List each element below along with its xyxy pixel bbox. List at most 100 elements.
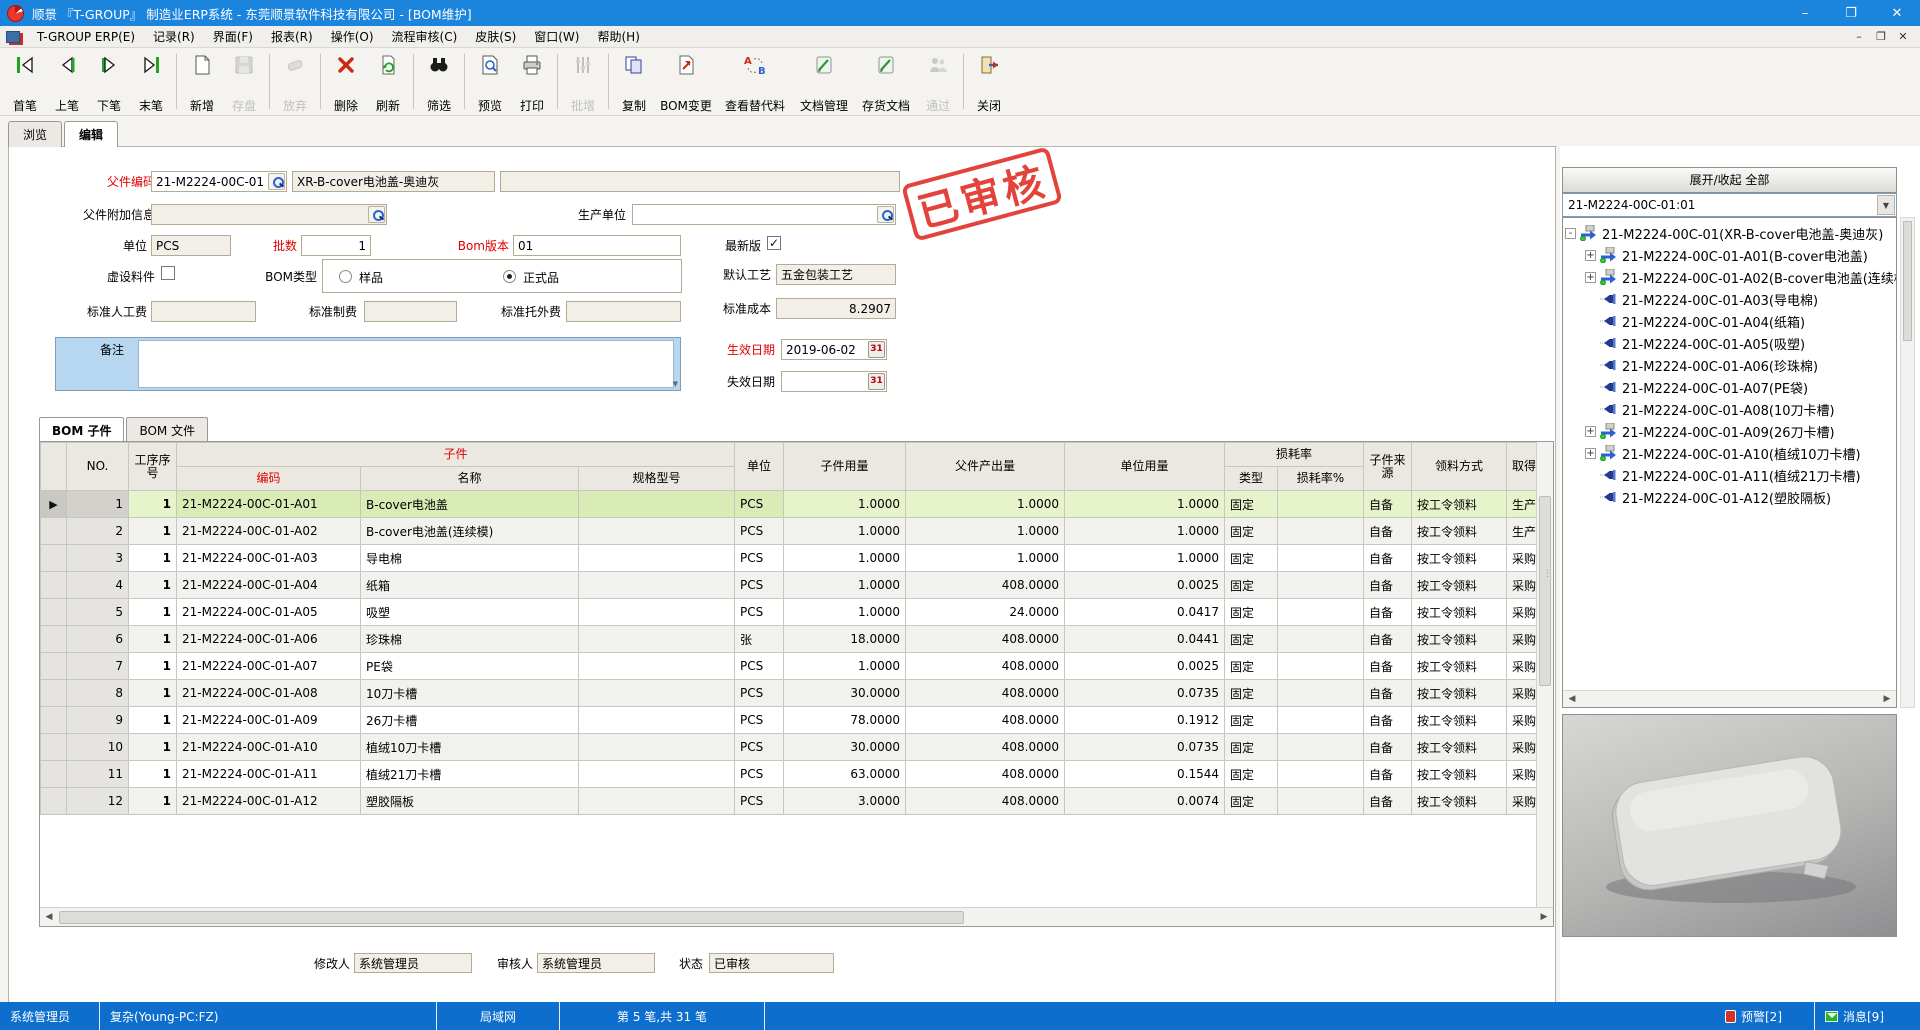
- cell-unit-qty[interactable]: 0.0025: [1065, 653, 1225, 680]
- cell-spec[interactable]: [579, 707, 735, 734]
- cell-loss-type[interactable]: 固定: [1225, 491, 1278, 518]
- child-close-button[interactable]: ✕: [1892, 30, 1914, 43]
- table-hscroll-thumb[interactable]: [59, 911, 964, 924]
- table-row[interactable]: 2 1 21-M2224-00C-01-A02 B-cover电池盖(连续模) …: [41, 518, 1537, 545]
- cell-loss-type[interactable]: 固定: [1225, 653, 1278, 680]
- tree-item[interactable]: 21-M2224-00C-01-A11(植绒21刀卡槽): [1565, 464, 1897, 486]
- print-button[interactable]: 打印: [511, 48, 553, 115]
- cell-child-qty[interactable]: 63.0000: [784, 761, 906, 788]
- bom-type-formal-radio[interactable]: [503, 270, 516, 283]
- cell-child-qty[interactable]: 3.0000: [784, 788, 906, 815]
- tree-vscroll-thumb[interactable]: [1903, 221, 1912, 341]
- cell-name[interactable]: 塑胶隔板: [361, 788, 579, 815]
- menu-flow-audit[interactable]: 流程审核(C): [383, 25, 467, 48]
- cell-parent-output[interactable]: 408.0000: [906, 653, 1065, 680]
- cell-child-qty[interactable]: 1.0000: [784, 491, 906, 518]
- cell-unit-qty[interactable]: 0.0074: [1065, 788, 1225, 815]
- cell-name[interactable]: PE袋: [361, 653, 579, 680]
- tree-item[interactable]: - 21-M2224-00C-01(XR-B-cover电池盖-奥迪灰): [1565, 222, 1897, 244]
- cell-parent-output[interactable]: 1.0000: [906, 545, 1065, 572]
- cell-loss-type[interactable]: 固定: [1225, 734, 1278, 761]
- cell-code[interactable]: 21-M2224-00C-01-A12: [177, 788, 361, 815]
- header-code[interactable]: 编码: [177, 467, 361, 491]
- cell-loss-type[interactable]: 固定: [1225, 626, 1278, 653]
- cell-no[interactable]: 12: [67, 788, 129, 815]
- cell-method[interactable]: 按工令领料: [1412, 680, 1507, 707]
- table-row[interactable]: 5 1 21-M2224-00C-01-A05 吸塑 PCS 1.0000 24…: [41, 599, 1537, 626]
- cell-name[interactable]: 吸塑: [361, 599, 579, 626]
- cell-unit-qty[interactable]: 1.0000: [1065, 491, 1225, 518]
- cell-loss-rate[interactable]: [1278, 788, 1364, 815]
- cell-loss-type[interactable]: 固定: [1225, 707, 1278, 734]
- cell-source[interactable]: 自备: [1364, 653, 1412, 680]
- cell-method[interactable]: 按工令领料: [1412, 734, 1507, 761]
- cell-child-qty[interactable]: 78.0000: [784, 707, 906, 734]
- cell-spec[interactable]: [579, 572, 735, 599]
- cell-spec[interactable]: [579, 761, 735, 788]
- table-row[interactable]: 7 1 21-M2224-00C-01-A07 PE袋 PCS 1.0000 4…: [41, 653, 1537, 680]
- next-record-button[interactable]: 下笔: [88, 48, 130, 115]
- cell-child-qty[interactable]: 1.0000: [784, 518, 906, 545]
- cell-seq[interactable]: 1: [129, 518, 177, 545]
- view-substitute-button[interactable]: AB 查看替代料: [717, 48, 793, 115]
- table-row[interactable]: 4 1 21-M2224-00C-01-A04 纸箱 PCS 1.0000 40…: [41, 572, 1537, 599]
- new-button[interactable]: 新增: [181, 48, 223, 115]
- cell-loss-type[interactable]: 固定: [1225, 599, 1278, 626]
- window-minimize-button[interactable]: –: [1782, 0, 1828, 26]
- cell-unit-qty[interactable]: 0.1912: [1065, 707, 1225, 734]
- cell-unit[interactable]: PCS: [735, 599, 784, 626]
- tree-item[interactable]: 21-M2224-00C-01-A06(珍珠棉): [1565, 354, 1897, 376]
- cell-acquire[interactable]: 采购: [1507, 680, 1537, 707]
- table-row[interactable]: 8 1 21-M2224-00C-01-A08 10刀卡槽 PCS 30.000…: [41, 680, 1537, 707]
- cell-child-qty[interactable]: 1.0000: [784, 572, 906, 599]
- cell-method[interactable]: 按工令领料: [1412, 653, 1507, 680]
- header-no[interactable]: NO.: [67, 443, 129, 491]
- cell-spec[interactable]: [579, 680, 735, 707]
- cell-source[interactable]: 自备: [1364, 707, 1412, 734]
- filter-button[interactable]: 筛选: [418, 48, 460, 115]
- window-restore-button[interactable]: ❐: [1828, 0, 1874, 26]
- cell-no[interactable]: 9: [67, 707, 129, 734]
- cell-unit[interactable]: PCS: [735, 518, 784, 545]
- cell-method[interactable]: 按工令领料: [1412, 518, 1507, 545]
- table-row[interactable]: 6 1 21-M2224-00C-01-A06 珍珠棉 张 18.0000 40…: [41, 626, 1537, 653]
- bom-version-field[interactable]: 01: [513, 235, 681, 256]
- tree-item[interactable]: 21-M2224-00C-01-A08(10刀卡槽): [1565, 398, 1897, 420]
- cell-name[interactable]: 珍珠棉: [361, 626, 579, 653]
- scroll-right-icon[interactable]: ▶: [1535, 912, 1553, 922]
- status-messages[interactable]: 消息[9]: [1815, 1002, 1920, 1030]
- header-unit[interactable]: 单位: [735, 443, 784, 491]
- cell-code[interactable]: 21-M2224-00C-01-A08: [177, 680, 361, 707]
- window-close-button[interactable]: ✕: [1874, 0, 1920, 26]
- remark-scroll-arrow-icon[interactable]: ▼: [673, 380, 678, 388]
- copy-button[interactable]: 复制: [613, 48, 655, 115]
- cell-code[interactable]: 21-M2224-00C-01-A07: [177, 653, 361, 680]
- tree-vertical-scrollbar[interactable]: [1900, 217, 1915, 708]
- cell-method[interactable]: 按工令领料: [1412, 545, 1507, 572]
- cell-child-qty[interactable]: 1.0000: [784, 599, 906, 626]
- cell-unit[interactable]: 张: [735, 626, 784, 653]
- cell-spec[interactable]: [579, 545, 735, 572]
- cell-method[interactable]: 按工令领料: [1412, 599, 1507, 626]
- cell-name[interactable]: B-cover电池盖(连续模): [361, 518, 579, 545]
- cell-method[interactable]: 按工令领料: [1412, 626, 1507, 653]
- tree-expander[interactable]: +: [1585, 272, 1596, 283]
- child-minimize-button[interactable]: –: [1848, 30, 1870, 43]
- expire-date-field[interactable]: 31: [781, 371, 887, 392]
- menu-operation[interactable]: 操作(O): [322, 25, 383, 48]
- table-row[interactable]: 3 1 21-M2224-00C-01-A03 导电棉 PCS 1.0000 1…: [41, 545, 1537, 572]
- cell-source[interactable]: 自备: [1364, 734, 1412, 761]
- cell-parent-output[interactable]: 408.0000: [906, 734, 1065, 761]
- cell-seq[interactable]: 1: [129, 545, 177, 572]
- cell-seq[interactable]: 1: [129, 572, 177, 599]
- menu-skin[interactable]: 皮肤(S): [466, 25, 525, 48]
- parent-code-lookup-icon[interactable]: [268, 173, 285, 190]
- cell-no[interactable]: 11: [67, 761, 129, 788]
- cell-method[interactable]: 按工令领料: [1412, 491, 1507, 518]
- virtual-part-checkbox[interactable]: [161, 266, 175, 280]
- cell-acquire[interactable]: 采购: [1507, 653, 1537, 680]
- cell-seq[interactable]: 1: [129, 761, 177, 788]
- menu-help[interactable]: 帮助(H): [588, 25, 648, 48]
- header-seq[interactable]: 工序序号: [129, 443, 177, 491]
- cell-seq[interactable]: 1: [129, 788, 177, 815]
